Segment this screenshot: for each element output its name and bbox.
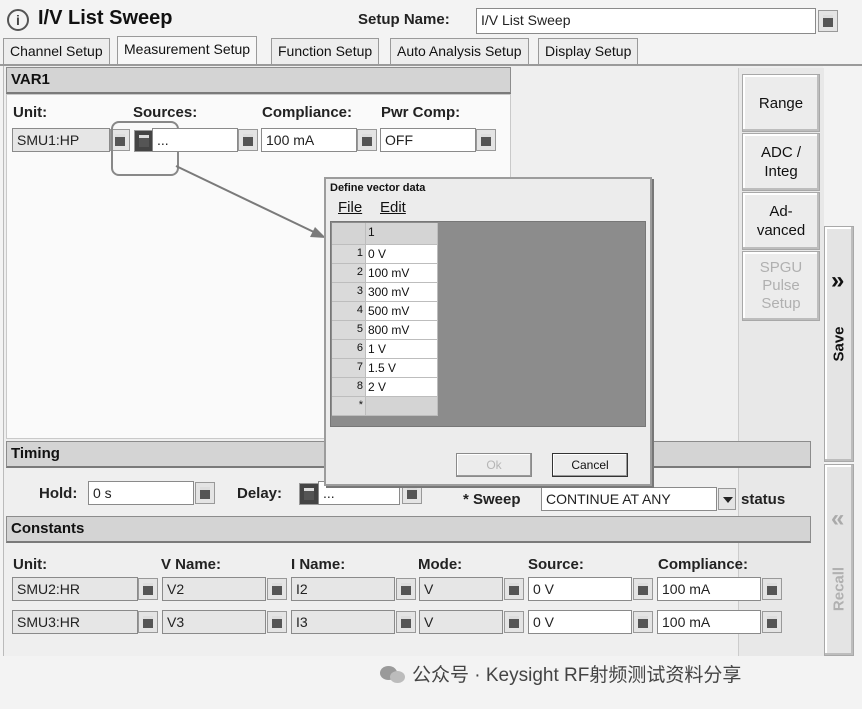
adc-integ-label-line2: Integ: [764, 163, 798, 180]
spgu-label-line3: Setup: [761, 295, 801, 312]
row-number: 5: [332, 321, 366, 340]
row-value[interactable]: 500 mV: [366, 302, 438, 321]
constants-row1-iname-keypad-icon[interactable]: [396, 578, 416, 600]
adc-integ-button[interactable]: ADC / Integ: [742, 133, 820, 191]
sweep-status-select[interactable]: CONTINUE AT ANY: [541, 487, 717, 511]
constants-row1-source[interactable]: 0 V: [528, 577, 632, 601]
ok-button: Ok: [456, 453, 532, 477]
row-number: 6: [332, 340, 366, 359]
advanced-label-line2: vanced: [756, 222, 806, 239]
constants-row2-mode: V: [419, 610, 503, 634]
constants-row1-compliance-keypad-icon[interactable]: [762, 578, 782, 600]
sweep-label: * Sweep: [463, 491, 521, 508]
constants-row2-vname: V3: [162, 610, 266, 634]
row-number: *: [332, 397, 366, 416]
constants-section-header: Constants: [6, 516, 811, 543]
spgu-pulse-setup-button: SPGU Pulse Setup: [742, 251, 820, 321]
constants-row2-iname-keypad-icon[interactable]: [396, 611, 416, 633]
row-value[interactable]: 100 mV: [366, 264, 438, 283]
constants-row2-unit-keypad-icon[interactable]: [138, 611, 158, 633]
chevron-down-icon[interactable]: [718, 488, 736, 510]
row-value[interactable]: 2 V: [366, 378, 438, 397]
status-label: status: [741, 491, 786, 508]
dialog-title: Define vector data: [330, 182, 426, 194]
constants-compliance-header: Compliance:: [658, 556, 749, 573]
hold-field[interactable]: 0 s: [88, 481, 194, 505]
constants-row2-mode-keypad-icon[interactable]: [504, 611, 524, 633]
cancel-button[interactable]: Cancel: [552, 453, 628, 477]
row-number: 1: [332, 245, 366, 264]
constants-row1-vname: V2: [162, 577, 266, 601]
row-value[interactable]: 1.5 V: [366, 359, 438, 378]
constants-row1-source-keypad-icon[interactable]: [633, 578, 653, 600]
define-vector-data-dialog: Define vector data File Edit 1 1 0 V 2 1…: [324, 177, 652, 486]
constants-row1-mode-keypad-icon[interactable]: [504, 578, 524, 600]
delay-vector-icon[interactable]: [299, 483, 319, 505]
constants-row1-unit-keypad-icon[interactable]: [138, 578, 158, 600]
constants-row2-source[interactable]: 0 V: [528, 610, 632, 634]
constants-iname-header: I Name:: [291, 556, 346, 573]
constants-row2-source-keypad-icon[interactable]: [633, 611, 653, 633]
menu-file[interactable]: File: [338, 199, 362, 216]
hold-label: Hold:: [39, 485, 78, 502]
grid-column-header: 1: [366, 223, 438, 245]
row-value[interactable]: 0 V: [366, 245, 438, 264]
watermark-text: 公众号 · Keysight RF射频测试资料分享: [412, 665, 742, 686]
save-button[interactable]: » Save: [824, 226, 854, 462]
hold-keypad-icon[interactable]: [195, 482, 215, 504]
menu-edit[interactable]: Edit: [380, 199, 406, 216]
row-value[interactable]: [366, 397, 438, 416]
row-number: 3: [332, 283, 366, 302]
constants-unit-header: Unit:: [13, 556, 48, 573]
spgu-label-line1: SPGU: [759, 259, 803, 276]
watermark: 公众号 · Keysight RF射频测试资料分享: [380, 660, 741, 687]
spgu-label-line2: Pulse: [762, 277, 800, 294]
constants-row2-compliance-keypad-icon[interactable]: [762, 611, 782, 633]
constants-row1-mode: V: [419, 577, 503, 601]
row-value[interactable]: 1 V: [366, 340, 438, 359]
save-button-label: Save: [830, 326, 848, 362]
constants-row1-iname: I2: [291, 577, 395, 601]
row-value[interactable]: 300 mV: [366, 283, 438, 302]
constants-row1-compliance[interactable]: 100 mA: [657, 577, 761, 601]
constants-row1-unit: SMU2:HR: [12, 577, 138, 601]
row-number: 2: [332, 264, 366, 283]
grid-corner: [332, 223, 366, 245]
delay-label: Delay:: [237, 485, 283, 502]
constants-row2-vname-keypad-icon[interactable]: [267, 611, 287, 633]
dialog-menubar: File Edit: [330, 198, 646, 220]
advanced-label-line1: Ad-: [769, 203, 793, 220]
recall-button: « Recall: [824, 464, 854, 656]
adc-integ-label-line1: ADC /: [760, 144, 801, 161]
constants-row2-unit: SMU3:HR: [12, 610, 138, 634]
constants-mode-header: Mode:: [418, 556, 463, 573]
save-chevron-icon: »: [831, 267, 845, 294]
row-number: 4: [332, 302, 366, 321]
constants-row2-iname: I3: [291, 610, 395, 634]
constants-row1-vname-keypad-icon[interactable]: [267, 578, 287, 600]
advanced-button[interactable]: Ad- vanced: [742, 192, 820, 250]
row-number: 7: [332, 359, 366, 378]
recall-button-label: Recall: [830, 566, 848, 611]
row-number: 8: [332, 378, 366, 397]
wechat-icon: [380, 664, 406, 684]
recall-chevron-icon: «: [831, 505, 845, 532]
constants-source-header: Source:: [528, 556, 584, 573]
constants-row2-compliance[interactable]: 100 mA: [657, 610, 761, 634]
constants-vname-header: V Name:: [161, 556, 222, 573]
range-button[interactable]: Range: [742, 74, 820, 132]
row-value[interactable]: 800 mV: [366, 321, 438, 340]
